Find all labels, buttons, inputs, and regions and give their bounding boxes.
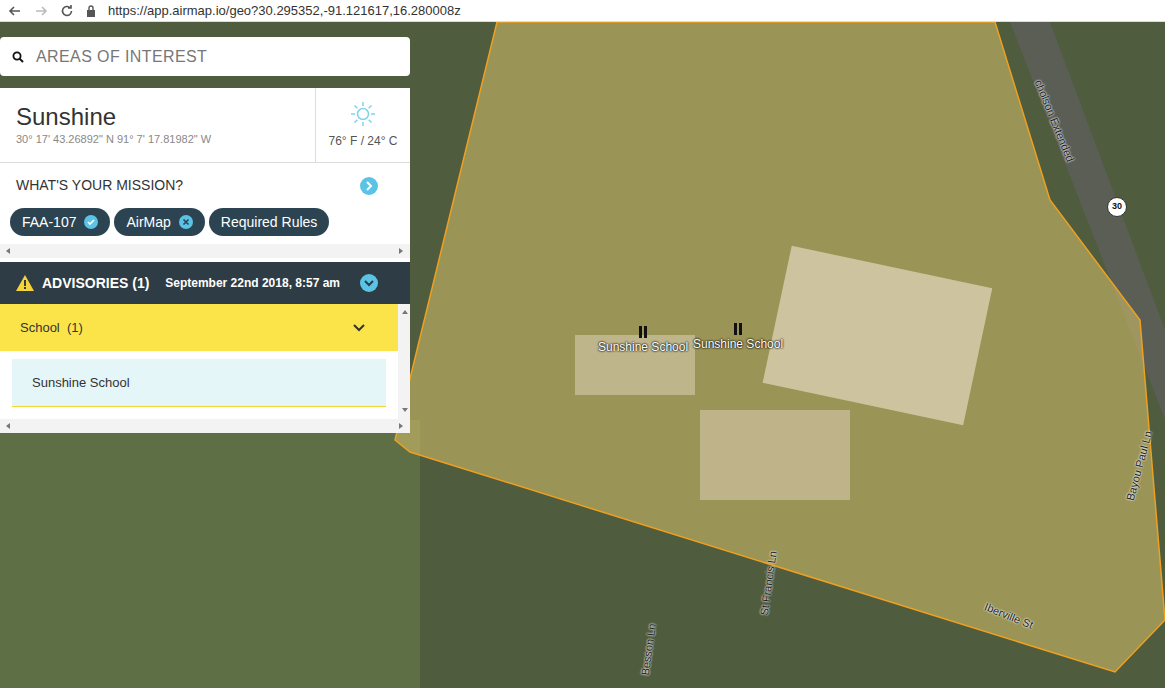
school-icon[interactable] — [638, 326, 648, 338]
scroll-up-icon[interactable] — [400, 308, 409, 318]
search-box[interactable]: AREAS OF INTEREST — [0, 37, 410, 76]
weather: 76° F / 24° C — [315, 88, 410, 162]
bottom-scrollbar[interactable] — [0, 419, 410, 433]
location-card: Sunshine30° 17' 43.26892" N 91° 7' 17.81… — [0, 88, 410, 162]
route-shield: 30 — [1107, 197, 1127, 217]
advisories-header[interactable]: ADVISORIES (1)September 22nd 2018, 8:57 … — [0, 262, 410, 304]
advisories-list: School (1) Sunshine School — [0, 304, 410, 419]
mission-section: WHAT'S YOUR MISSION? FAA-107AirMapRequire… — [0, 162, 410, 262]
scroll-right-icon[interactable] — [397, 421, 406, 431]
map[interactable]: Sunshine SchoolSunshine SchoolIberville … — [0, 22, 1165, 688]
rule-chip[interactable]: Required Rules — [209, 208, 330, 236]
reload-icon[interactable] — [60, 4, 74, 18]
category-row[interactable]: School (1) — [0, 304, 398, 351]
page: https://app.airmap.io/geo?30.295352,-91.… — [0, 0, 1165, 688]
scroll-right-icon[interactable] — [397, 246, 406, 256]
lock-icon — [86, 5, 96, 17]
mission-title[interactable]: WHAT'S YOUR MISSION? — [16, 175, 183, 196]
rule-chip[interactable]: AirMap — [114, 208, 204, 236]
browser-bar: https://app.airmap.io/geo?30.295352,-91.… — [0, 0, 1165, 22]
mission-chevron-icon[interactable] — [360, 177, 378, 195]
scroll-down-icon[interactable] — [400, 405, 409, 415]
rule-chip[interactable]: FAA-107 — [10, 208, 110, 236]
side-panel: AREAS OF INTEREST Sunshine30° 17' 43.2689… — [0, 37, 410, 433]
check-icon — [84, 215, 98, 229]
scroll-left-icon[interactable] — [4, 246, 13, 256]
coordinates: 30° 17' 43.26892" N 91° 7' 17.81982" W — [16, 131, 299, 148]
search-icon — [12, 51, 24, 63]
chevron-down-icon — [352, 323, 366, 333]
remove-icon[interactable] — [179, 215, 193, 229]
back-icon[interactable] — [8, 4, 22, 18]
url-text[interactable]: https://app.airmap.io/geo?30.295352,-91.… — [108, 1, 461, 21]
horizontal-scrollbar[interactable] — [0, 244, 410, 258]
scroll-left-icon[interactable] — [4, 421, 13, 431]
vertical-scrollbar[interactable] — [398, 304, 410, 419]
school-pin[interactable]: Sunshine School — [693, 323, 783, 353]
forward-icon[interactable] — [34, 4, 48, 18]
advisories-chevron-icon[interactable] — [360, 274, 378, 292]
advisory-item[interactable]: Sunshine School — [12, 359, 386, 407]
location-name: Sunshine — [16, 103, 299, 131]
warning-icon — [16, 275, 34, 291]
school-icon[interactable] — [733, 323, 743, 335]
sun-icon — [349, 100, 377, 128]
school-pin[interactable]: Sunshine School — [598, 326, 688, 356]
